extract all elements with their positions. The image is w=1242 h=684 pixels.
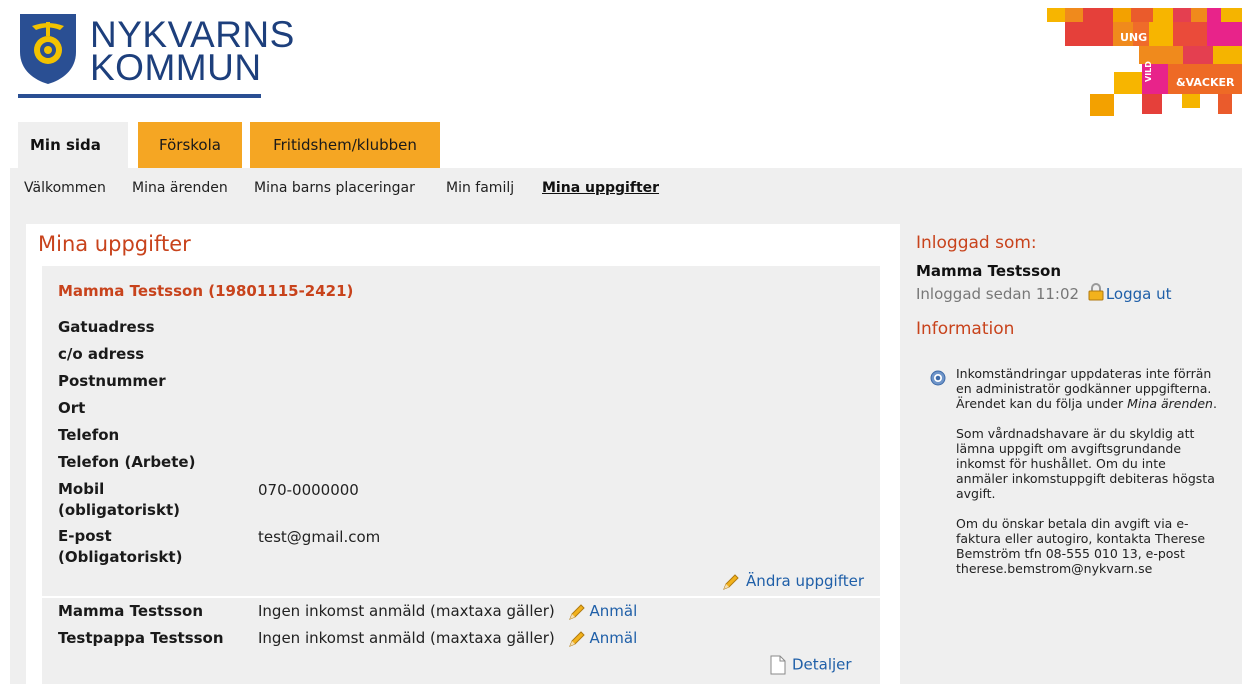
edit-details-link[interactable]: Ändra uppgifter	[722, 572, 864, 591]
logged-in-since: Inloggad sedan 11:02 Logga ut	[916, 283, 1172, 303]
ung-vild-vacker-logo: UNG VILD &VACKER	[1047, 8, 1242, 116]
field-label-gatuadress: Gatuadress	[58, 318, 155, 336]
info-emphasis: Mina ärenden	[1127, 396, 1213, 411]
sub-navigation: Välkommen Mina ärenden Mina barns placer…	[10, 168, 1242, 210]
tab-fritidshem[interactable]: Fritidshem/klubben	[250, 122, 440, 168]
report-income-link[interactable]: Anmäl	[590, 602, 638, 620]
field-label-ort: Ort	[58, 399, 86, 417]
info-paragraph: Om du önskar betala din avgift via e-fak…	[956, 516, 1206, 576]
municipal-shield-icon	[20, 14, 76, 84]
subnav-mina-barns-placeringar[interactable]: Mina barns placeringar	[254, 180, 415, 196]
details-label: Detaljer	[792, 655, 852, 674]
subnav-min-familj[interactable]: Min familj	[446, 180, 514, 196]
info-icon	[930, 370, 946, 386]
lock-icon	[1088, 283, 1104, 301]
info-paragraph: Inkomständringar uppdateras inte förrän …	[956, 366, 1220, 411]
pencil-icon	[568, 630, 585, 647]
pencil-icon	[723, 573, 739, 590]
logo-line2: KOMMUN	[90, 47, 262, 88]
field-value-epost: test@gmail.com	[258, 528, 381, 546]
information-box: Inkomständringar uppdateras inte förrän …	[916, 354, 1224, 666]
logged-in-since-text: Inloggad sedan 11:02	[916, 285, 1080, 303]
subnav-mina-arenden[interactable]: Mina ärenden	[132, 180, 228, 196]
pencil-icon	[568, 603, 585, 620]
edit-details-label: Ändra uppgifter	[746, 572, 864, 590]
page-title: Mina uppgifter	[38, 232, 191, 256]
field-label-postnummer: Postnummer	[58, 372, 166, 390]
info-paragraph: Som vårdnadshavare är du skyldig att läm…	[956, 426, 1215, 501]
field-label-mobil: Mobil (obligatoriskt)	[58, 480, 180, 519]
income-status: Ingen inkomst anmäld (maxtaxa gäller) An…	[258, 602, 637, 621]
income-person-name: Testpappa Testsson	[58, 629, 224, 647]
field-value-mobil: 070-0000000	[258, 481, 359, 499]
subnav-mina-uppgifter[interactable]: Mina uppgifter	[542, 180, 659, 196]
nykvarn-logo[interactable]: NYKVARNS KOMMUN	[18, 8, 294, 100]
logo-text: NYKVARNS KOMMUN	[90, 16, 295, 88]
logged-in-heading: Inloggad som:	[916, 233, 1037, 253]
income-person-name: Mamma Testsson	[58, 602, 204, 620]
info-paragraph-end: .	[1212, 396, 1217, 411]
brand-word-vild: VILD	[1144, 61, 1153, 82]
field-label-co-adress: c/o adress	[58, 345, 145, 363]
income-status-text: Ingen inkomst anmäld (maxtaxa gäller)	[258, 602, 555, 620]
tab-label: Förskola	[159, 136, 221, 154]
information-heading: Information	[916, 319, 1015, 339]
details-link[interactable]: Detaljer	[770, 655, 852, 675]
tab-label: Fritidshem/klubben	[273, 136, 417, 154]
report-income-link[interactable]: Anmäl	[590, 629, 638, 647]
logout-link[interactable]: Logga ut	[1106, 285, 1172, 303]
tab-label: Min sida	[30, 136, 101, 154]
information-text: Inkomständringar uppdateras inte förrän …	[956, 366, 1220, 591]
logged-in-user-name: Mamma Testsson	[916, 262, 1062, 280]
document-icon	[770, 655, 786, 675]
tab-min-sida[interactable]: Min sida	[18, 122, 128, 168]
tab-forskola[interactable]: Förskola	[138, 122, 242, 168]
field-label-telefon: Telefon	[58, 426, 120, 444]
brand-word-ung: UNG	[1120, 31, 1147, 44]
field-label-telefon-arbete: Telefon (Arbete)	[58, 453, 196, 471]
logo-underline	[18, 94, 261, 98]
field-label-epost: E-post (Obligatoriskt)	[58, 527, 183, 566]
brand-word-vacker: &VACKER	[1176, 76, 1235, 89]
person-name: Mamma Testsson (19801115-2421)	[58, 282, 354, 300]
income-status-text: Ingen inkomst anmäld (maxtaxa gäller)	[258, 629, 555, 647]
subnav-valkommen[interactable]: Välkommen	[24, 180, 106, 196]
income-status: Ingen inkomst anmäld (maxtaxa gäller) An…	[258, 629, 637, 648]
